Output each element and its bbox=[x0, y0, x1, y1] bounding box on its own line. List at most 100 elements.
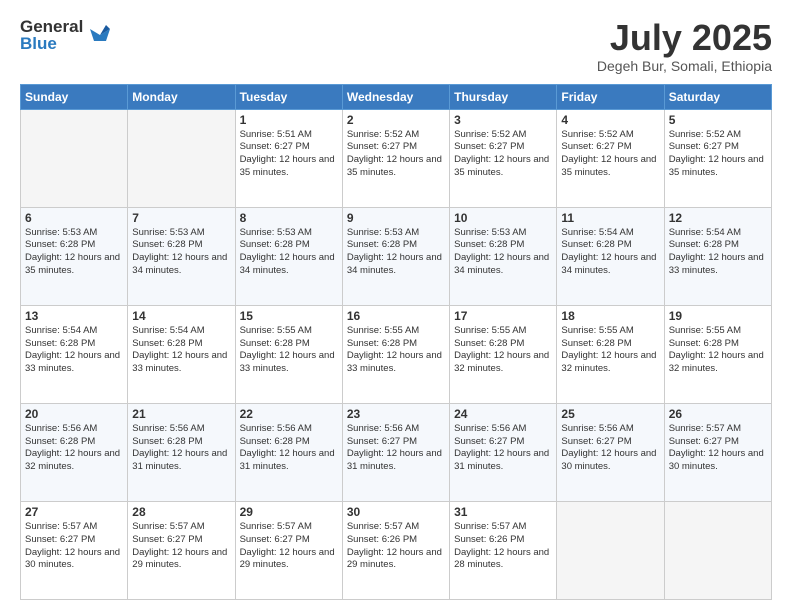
day-info: Sunrise: 5:53 AM Sunset: 6:28 PM Dayligh… bbox=[240, 227, 338, 278]
table-row: 31Sunrise: 5:57 AM Sunset: 6:26 PM Dayli… bbox=[450, 501, 557, 599]
day-info: Sunrise: 5:57 AM Sunset: 6:27 PM Dayligh… bbox=[240, 521, 338, 572]
day-number: 26 bbox=[669, 407, 767, 421]
col-sunday: Sunday bbox=[21, 84, 128, 109]
day-info: Sunrise: 5:54 AM Sunset: 6:28 PM Dayligh… bbox=[561, 227, 659, 278]
table-row: 15 Sunrise: 5:55 AM Sunset: 6:28 PM Dayli… bbox=[235, 305, 342, 403]
day-number: 30 bbox=[347, 505, 445, 519]
logo-icon bbox=[86, 19, 114, 47]
table-row: 26 Sunrise: 5:57 AM Sunset: 6:27 PM Dayli… bbox=[664, 403, 771, 501]
table-row: 30 Sunrise: 5:57 AM Sunset: 6:26 PM Dayli… bbox=[342, 501, 449, 599]
table-row bbox=[21, 109, 128, 207]
day-number: 24 bbox=[454, 407, 552, 421]
day-number: 9 bbox=[347, 211, 445, 225]
day-number: 3 bbox=[454, 113, 552, 127]
day-number: 19 bbox=[669, 309, 767, 323]
col-monday: Monday bbox=[128, 84, 235, 109]
day-info: Sunrise: 5:53 AM Sunset: 6:28 PM Dayligh… bbox=[454, 227, 552, 278]
table-row: 3 Sunrise: 5:52 AM Sunset: 6:27 PM Daylig… bbox=[450, 109, 557, 207]
day-number: 4 bbox=[561, 113, 659, 127]
table-row: 16 Sunrise: 5:55 AM Sunset: 6:28 PM Dayli… bbox=[342, 305, 449, 403]
logo-blue: Blue bbox=[20, 35, 83, 52]
table-row bbox=[128, 109, 235, 207]
day-info: Sunrise: 5:56 AM Sunset: 6:28 PM Dayligh… bbox=[132, 423, 230, 474]
day-number: 22 bbox=[240, 407, 338, 421]
table-row bbox=[664, 501, 771, 599]
table-row: 21Sunrise: 5:56 AM Sunset: 6:28 PM Dayli… bbox=[128, 403, 235, 501]
day-info: Sunrise: 5:56 AM Sunset: 6:27 PM Dayligh… bbox=[454, 423, 552, 474]
table-row: 14 Sunrise: 5:54 AM Sunset: 6:28 PM Dayli… bbox=[128, 305, 235, 403]
table-row: 12 Sunrise: 5:54 AM Sunset: 6:28 PM Dayli… bbox=[664, 207, 771, 305]
logo: General Blue bbox=[20, 18, 114, 52]
day-info: Sunrise: 5:56 AM Sunset: 6:28 PM Dayligh… bbox=[25, 423, 123, 474]
table-row: 19Sunrise: 5:55 AM Sunset: 6:28 PM Dayli… bbox=[664, 305, 771, 403]
table-row: 11 Sunrise: 5:54 AM Sunset: 6:28 PM Dayli… bbox=[557, 207, 664, 305]
table-row: 2 Sunrise: 5:52 AM Sunset: 6:27 PM Daylig… bbox=[342, 109, 449, 207]
day-info: Sunrise: 5:54 AM Sunset: 6:28 PM Dayligh… bbox=[25, 325, 123, 376]
day-info: Sunrise: 5:55 AM Sunset: 6:28 PM Dayligh… bbox=[561, 325, 659, 376]
page: General Blue July 2025 Degeh Bur, Somali… bbox=[0, 0, 792, 612]
day-number: 16 bbox=[347, 309, 445, 323]
col-thursday: Thursday bbox=[450, 84, 557, 109]
table-row: 9 Sunrise: 5:53 AM Sunset: 6:28 PM Daylig… bbox=[342, 207, 449, 305]
day-number: 27 bbox=[25, 505, 123, 519]
day-number: 20 bbox=[25, 407, 123, 421]
table-row: 13 Sunrise: 5:54 AM Sunset: 6:28 PM Dayli… bbox=[21, 305, 128, 403]
day-info: Sunrise: 5:53 AM Sunset: 6:28 PM Dayligh… bbox=[25, 227, 123, 278]
col-friday: Friday bbox=[557, 84, 664, 109]
month-title: July 2025 bbox=[597, 18, 772, 58]
table-row: 10Sunrise: 5:53 AM Sunset: 6:28 PM Dayli… bbox=[450, 207, 557, 305]
day-info: Sunrise: 5:57 AM Sunset: 6:26 PM Dayligh… bbox=[347, 521, 445, 572]
day-info: Sunrise: 5:55 AM Sunset: 6:28 PM Dayligh… bbox=[240, 325, 338, 376]
day-info: Sunrise: 5:53 AM Sunset: 6:28 PM Dayligh… bbox=[132, 227, 230, 278]
day-info: Sunrise: 5:52 AM Sunset: 6:27 PM Dayligh… bbox=[454, 129, 552, 180]
table-row: 20 Sunrise: 5:56 AM Sunset: 6:28 PM Dayli… bbox=[21, 403, 128, 501]
day-info: Sunrise: 5:52 AM Sunset: 6:27 PM Dayligh… bbox=[561, 129, 659, 180]
calendar-week-row: 20 Sunrise: 5:56 AM Sunset: 6:28 PM Dayli… bbox=[21, 403, 772, 501]
day-number: 11 bbox=[561, 211, 659, 225]
day-info: Sunrise: 5:51 AM Sunset: 6:27 PM Dayligh… bbox=[240, 129, 338, 180]
day-number: 8 bbox=[240, 211, 338, 225]
calendar-week-row: 13 Sunrise: 5:54 AM Sunset: 6:28 PM Dayli… bbox=[21, 305, 772, 403]
day-number: 2 bbox=[347, 113, 445, 127]
calendar-week-row: 27 Sunrise: 5:57 AM Sunset: 6:27 PM Dayli… bbox=[21, 501, 772, 599]
day-number: 28 bbox=[132, 505, 230, 519]
day-info: Sunrise: 5:54 AM Sunset: 6:28 PM Dayligh… bbox=[132, 325, 230, 376]
table-row: 28 Sunrise: 5:57 AM Sunset: 6:27 PM Dayli… bbox=[128, 501, 235, 599]
header: General Blue July 2025 Degeh Bur, Somali… bbox=[20, 18, 772, 74]
day-number: 5 bbox=[669, 113, 767, 127]
table-row: 4 Sunrise: 5:52 AM Sunset: 6:27 PM Daylig… bbox=[557, 109, 664, 207]
day-number: 14 bbox=[132, 309, 230, 323]
day-number: 13 bbox=[25, 309, 123, 323]
logo-text: General Blue bbox=[20, 18, 83, 52]
day-info: Sunrise: 5:54 AM Sunset: 6:28 PM Dayligh… bbox=[669, 227, 767, 278]
day-number: 1 bbox=[240, 113, 338, 127]
table-row bbox=[557, 501, 664, 599]
table-row: 24 Sunrise: 5:56 AM Sunset: 6:27 PM Dayli… bbox=[450, 403, 557, 501]
logo-general: General bbox=[20, 18, 83, 35]
table-row: 17Sunrise: 5:55 AM Sunset: 6:28 PM Dayli… bbox=[450, 305, 557, 403]
col-saturday: Saturday bbox=[664, 84, 771, 109]
day-number: 15 bbox=[240, 309, 338, 323]
day-info: Sunrise: 5:57 AM Sunset: 6:26 PM Dayligh… bbox=[454, 521, 552, 572]
day-info: Sunrise: 5:57 AM Sunset: 6:27 PM Dayligh… bbox=[25, 521, 123, 572]
table-row: 27 Sunrise: 5:57 AM Sunset: 6:27 PM Dayli… bbox=[21, 501, 128, 599]
calendar-header-row: Sunday Monday Tuesday Wednesday Thursday… bbox=[21, 84, 772, 109]
table-row: 7Sunrise: 5:53 AM Sunset: 6:28 PM Daylig… bbox=[128, 207, 235, 305]
table-row: 5 Sunrise: 5:52 AM Sunset: 6:27 PM Daylig… bbox=[664, 109, 771, 207]
calendar-week-row: 1 Sunrise: 5:51 AM Sunset: 6:27 PM Daylig… bbox=[21, 109, 772, 207]
day-info: Sunrise: 5:52 AM Sunset: 6:27 PM Dayligh… bbox=[669, 129, 767, 180]
day-info: Sunrise: 5:53 AM Sunset: 6:28 PM Dayligh… bbox=[347, 227, 445, 278]
day-number: 12 bbox=[669, 211, 767, 225]
day-info: Sunrise: 5:56 AM Sunset: 6:28 PM Dayligh… bbox=[240, 423, 338, 474]
day-info: Sunrise: 5:57 AM Sunset: 6:27 PM Dayligh… bbox=[669, 423, 767, 474]
day-info: Sunrise: 5:57 AM Sunset: 6:27 PM Dayligh… bbox=[132, 521, 230, 572]
table-row: 29Sunrise: 5:57 AM Sunset: 6:27 PM Dayli… bbox=[235, 501, 342, 599]
location: Degeh Bur, Somali, Ethiopia bbox=[597, 58, 772, 74]
day-info: Sunrise: 5:52 AM Sunset: 6:27 PM Dayligh… bbox=[347, 129, 445, 180]
day-info: Sunrise: 5:55 AM Sunset: 6:28 PM Dayligh… bbox=[347, 325, 445, 376]
table-row: 8 Sunrise: 5:53 AM Sunset: 6:28 PM Daylig… bbox=[235, 207, 342, 305]
day-number: 6 bbox=[25, 211, 123, 225]
calendar: Sunday Monday Tuesday Wednesday Thursday… bbox=[20, 84, 772, 600]
day-info: Sunrise: 5:56 AM Sunset: 6:27 PM Dayligh… bbox=[347, 423, 445, 474]
table-row: 18Sunrise: 5:55 AM Sunset: 6:28 PM Dayli… bbox=[557, 305, 664, 403]
